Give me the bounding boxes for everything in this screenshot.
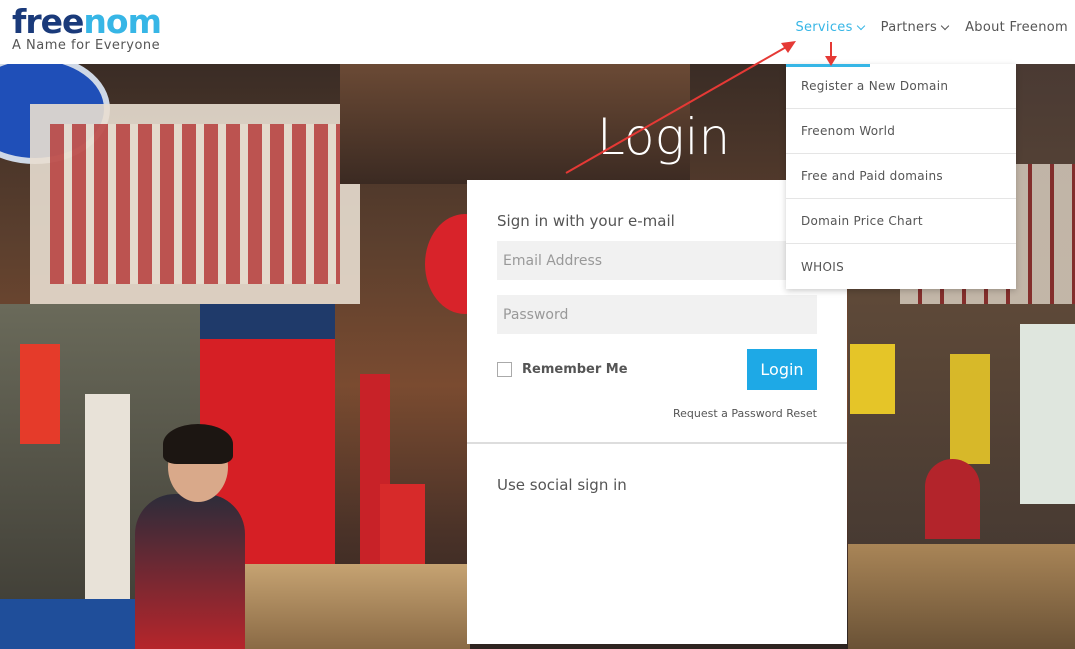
password-reset-link[interactable]: Request a Password Reset [673, 407, 817, 420]
services-dropdown: Register a New Domain Freenom World Free… [786, 64, 1016, 289]
remember-me-label: Remember Me [522, 362, 628, 377]
card-divider [467, 442, 847, 444]
menu-item-price-chart[interactable]: Domain Price Chart [786, 199, 1016, 244]
freenom-logo[interactable]: freenom A Name for Everyone [12, 2, 162, 54]
password-input[interactable]: Password [497, 295, 817, 334]
remember-me[interactable]: Remember Me [497, 362, 628, 377]
remember-me-checkbox[interactable] [497, 362, 512, 377]
social-signin-heading: Use social sign in [497, 476, 627, 494]
chevron-down-icon [856, 21, 865, 30]
email-signin-heading: Sign in with your e-mail [497, 212, 675, 230]
nav-partners-label: Partners [880, 20, 938, 35]
main-nav: Services Partners About Freenom [795, 20, 1068, 35]
chevron-down-icon [940, 21, 950, 30]
dropdown-accent-bar [786, 64, 870, 67]
nav-about-label: About Freenom [965, 20, 1068, 35]
login-button[interactable]: Login [747, 349, 817, 390]
logo-tagline: A Name for Everyone [12, 38, 161, 53]
nav-partners[interactable]: Partners [880, 20, 950, 35]
menu-item-free-paid-domains[interactable]: Free and Paid domains [786, 154, 1016, 199]
site-header: freenom A Name for Everyone Services Par… [0, 0, 1075, 64]
nav-about[interactable]: About Freenom [965, 20, 1068, 35]
page-title: Login [597, 108, 731, 166]
menu-item-register-domain[interactable]: Register a New Domain [786, 64, 1016, 109]
menu-item-freenom-world[interactable]: Freenom World [786, 109, 1016, 154]
nav-services[interactable]: Services [795, 20, 865, 35]
menu-item-whois[interactable]: WHOIS [786, 244, 1016, 289]
nav-services-label: Services [795, 20, 853, 35]
email-input[interactable]: Email Address [497, 241, 817, 280]
logo-wordmark: freenom [12, 2, 162, 41]
